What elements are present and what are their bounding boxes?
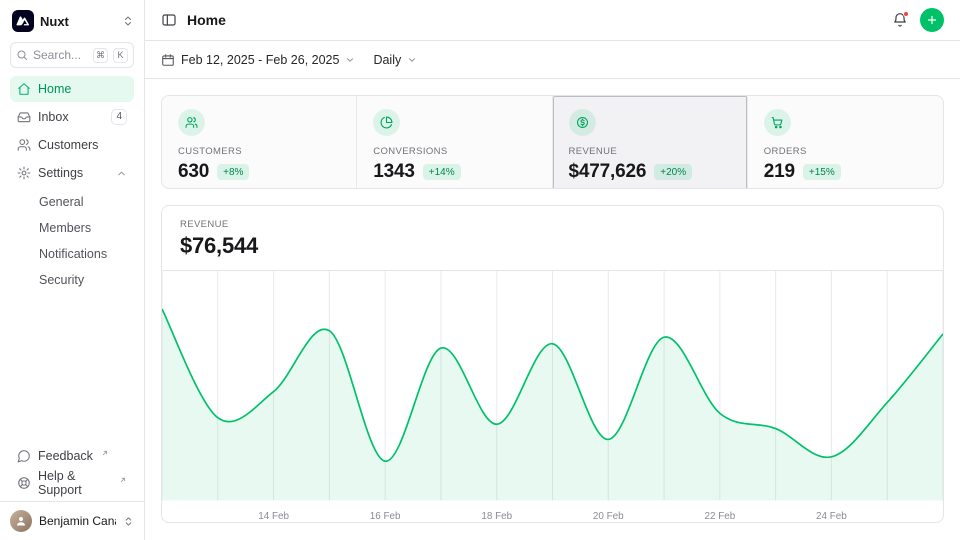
sidebar-item-label: Members <box>39 221 91 235</box>
chart-header: REVENUE $76,544 <box>162 206 943 271</box>
stat-conversions[interactable]: CONVERSIONS 1343 +14% <box>357 96 552 189</box>
sidebar-item-inbox[interactable]: Inbox 4 <box>10 104 134 130</box>
svg-text:24 Feb: 24 Feb <box>816 511 847 522</box>
kbd-k: K <box>113 48 128 63</box>
date-range-picker[interactable]: Feb 12, 2025 - Feb 26, 2025 <box>161 53 355 67</box>
search-placeholder: Search... <box>33 48 88 62</box>
search-input[interactable]: Search... ⌘ K <box>10 42 134 68</box>
kbd-cmd: ⌘ <box>93 48 108 63</box>
stat-orders[interactable]: ORDERS 219 +15% <box>748 96 943 189</box>
period-value: Daily <box>373 53 401 67</box>
app-window: Nuxt Search... ⌘ K Home <box>0 0 960 540</box>
sidebar-item-settings[interactable]: Settings <box>10 160 134 186</box>
stat-label: REVENUE <box>569 146 731 157</box>
panel-toggle-icon[interactable] <box>161 12 177 28</box>
period-select[interactable]: Daily <box>373 53 417 67</box>
sidebar: Nuxt Search... ⌘ K Home <box>0 0 145 540</box>
external-link-icon <box>101 449 109 457</box>
page-title: Home <box>187 12 226 28</box>
add-button[interactable] <box>920 8 944 32</box>
calendar-icon <box>161 53 175 67</box>
chevron-up-icon <box>116 168 127 179</box>
sidebar-item-label: Notifications <box>39 247 107 261</box>
search-icon <box>16 49 28 61</box>
sidebar-item-general[interactable]: General <box>10 190 134 214</box>
chevron-down-icon <box>407 55 417 65</box>
topbar-actions <box>892 8 944 32</box>
stat-delta-badge: +20% <box>654 164 692 180</box>
stat-label: CUSTOMERS <box>178 146 340 157</box>
svg-text:18 Feb: 18 Feb <box>481 511 512 522</box>
user-menu[interactable]: Benjamin Canac <box>0 501 144 540</box>
user-name: Benjamin Canac <box>39 514 116 528</box>
date-range-value: Feb 12, 2025 - Feb 26, 2025 <box>181 53 339 67</box>
gear-icon <box>17 166 31 180</box>
chart-plot-area[interactable]: 14 Feb 16 Feb 18 Feb 20 Feb 22 Feb 24 Feb <box>162 271 943 523</box>
avatar <box>10 510 32 532</box>
lifebuoy-icon <box>17 476 31 490</box>
svg-text:14 Feb: 14 Feb <box>258 511 289 522</box>
notification-dot <box>903 11 909 17</box>
filters-toolbar: Feb 12, 2025 - Feb 26, 2025 Daily <box>145 41 960 79</box>
sidebar-collapse-icon[interactable] <box>122 15 134 27</box>
chart-current-value: $76,544 <box>180 233 925 259</box>
brand-row: Nuxt <box>0 0 144 40</box>
sidebar-item-customers[interactable]: Customers <box>10 132 134 158</box>
sidebar-item-label: Security <box>39 273 84 287</box>
chart-title: REVENUE <box>180 219 925 230</box>
chevron-down-icon <box>345 55 355 65</box>
users-icon <box>178 109 205 136</box>
brand-name: Nuxt <box>40 14 116 29</box>
stats-card: CUSTOMERS 630 +8% CONVERSIONS 1343 +14% <box>161 95 944 189</box>
svg-text:22 Feb: 22 Feb <box>704 511 735 522</box>
stat-delta-badge: +15% <box>803 164 841 180</box>
sidebar-item-label: Inbox <box>38 110 69 124</box>
stat-delta-badge: +14% <box>423 164 461 180</box>
sidebar-item-notifications[interactable]: Notifications <box>10 242 134 266</box>
revenue-chart-card: REVENUE $76,544 14 Feb 16 Feb 18 Feb 20 Feb… <box>161 205 944 523</box>
stat-delta-badge: +8% <box>217 164 249 180</box>
svg-text:16 Feb: 16 Feb <box>370 511 401 522</box>
sidebar-item-members[interactable]: Members <box>10 216 134 240</box>
sidebar-item-security[interactable]: Security <box>10 268 134 292</box>
feedback-link[interactable]: Feedback <box>10 443 134 468</box>
sidebar-item-label: Home <box>38 82 71 96</box>
feedback-label: Feedback <box>38 449 93 463</box>
revenue-area-chart: 14 Feb 16 Feb 18 Feb 20 Feb 22 Feb 24 Feb <box>162 271 943 523</box>
inbox-count-badge: 4 <box>111 109 127 125</box>
sidebar-item-label: Customers <box>38 138 98 152</box>
sidebar-item-label: Settings <box>38 166 83 180</box>
pie-chart-icon <box>373 109 400 136</box>
dashboard-content: CUSTOMERS 630 +8% CONVERSIONS 1343 +14% <box>145 79 960 539</box>
stat-value: 630 <box>178 161 209 183</box>
cart-icon <box>764 109 791 136</box>
sidebar-footer: Feedback Help & Support <box>0 437 144 501</box>
inbox-icon <box>17 110 31 124</box>
message-icon <box>17 449 31 463</box>
users-icon <box>17 138 31 152</box>
sidebar-item-home[interactable]: Home <box>10 76 134 102</box>
sidebar-item-label: General <box>39 195 83 209</box>
stat-value: 219 <box>764 161 795 183</box>
external-link-icon <box>119 476 127 484</box>
topbar: Home <box>145 0 960 41</box>
home-icon <box>17 82 31 96</box>
circle-dollar-icon <box>569 109 596 136</box>
help-support-link[interactable]: Help & Support <box>10 470 134 495</box>
stat-value: $477,626 <box>569 161 647 183</box>
notifications-button[interactable] <box>892 12 908 28</box>
settings-children: General Members Notifications Security <box>10 190 134 292</box>
help-support-label: Help & Support <box>38 469 111 497</box>
stat-value: 1343 <box>373 161 415 183</box>
sidebar-nav: Home Inbox 4 Customers Settings <box>0 76 144 292</box>
stat-revenue[interactable]: REVENUE $477,626 +20% <box>553 96 748 189</box>
stat-label: ORDERS <box>764 146 927 157</box>
nuxt-logo-icon <box>12 10 34 32</box>
chevron-up-down-icon <box>123 516 134 527</box>
stat-label: CONVERSIONS <box>373 146 535 157</box>
main-area: Home Feb 12, 2025 - Feb 26, 2025 <box>145 0 960 540</box>
svg-text:20 Feb: 20 Feb <box>593 511 624 522</box>
plus-icon <box>926 14 938 26</box>
stat-customers[interactable]: CUSTOMERS 630 +8% <box>162 96 357 189</box>
